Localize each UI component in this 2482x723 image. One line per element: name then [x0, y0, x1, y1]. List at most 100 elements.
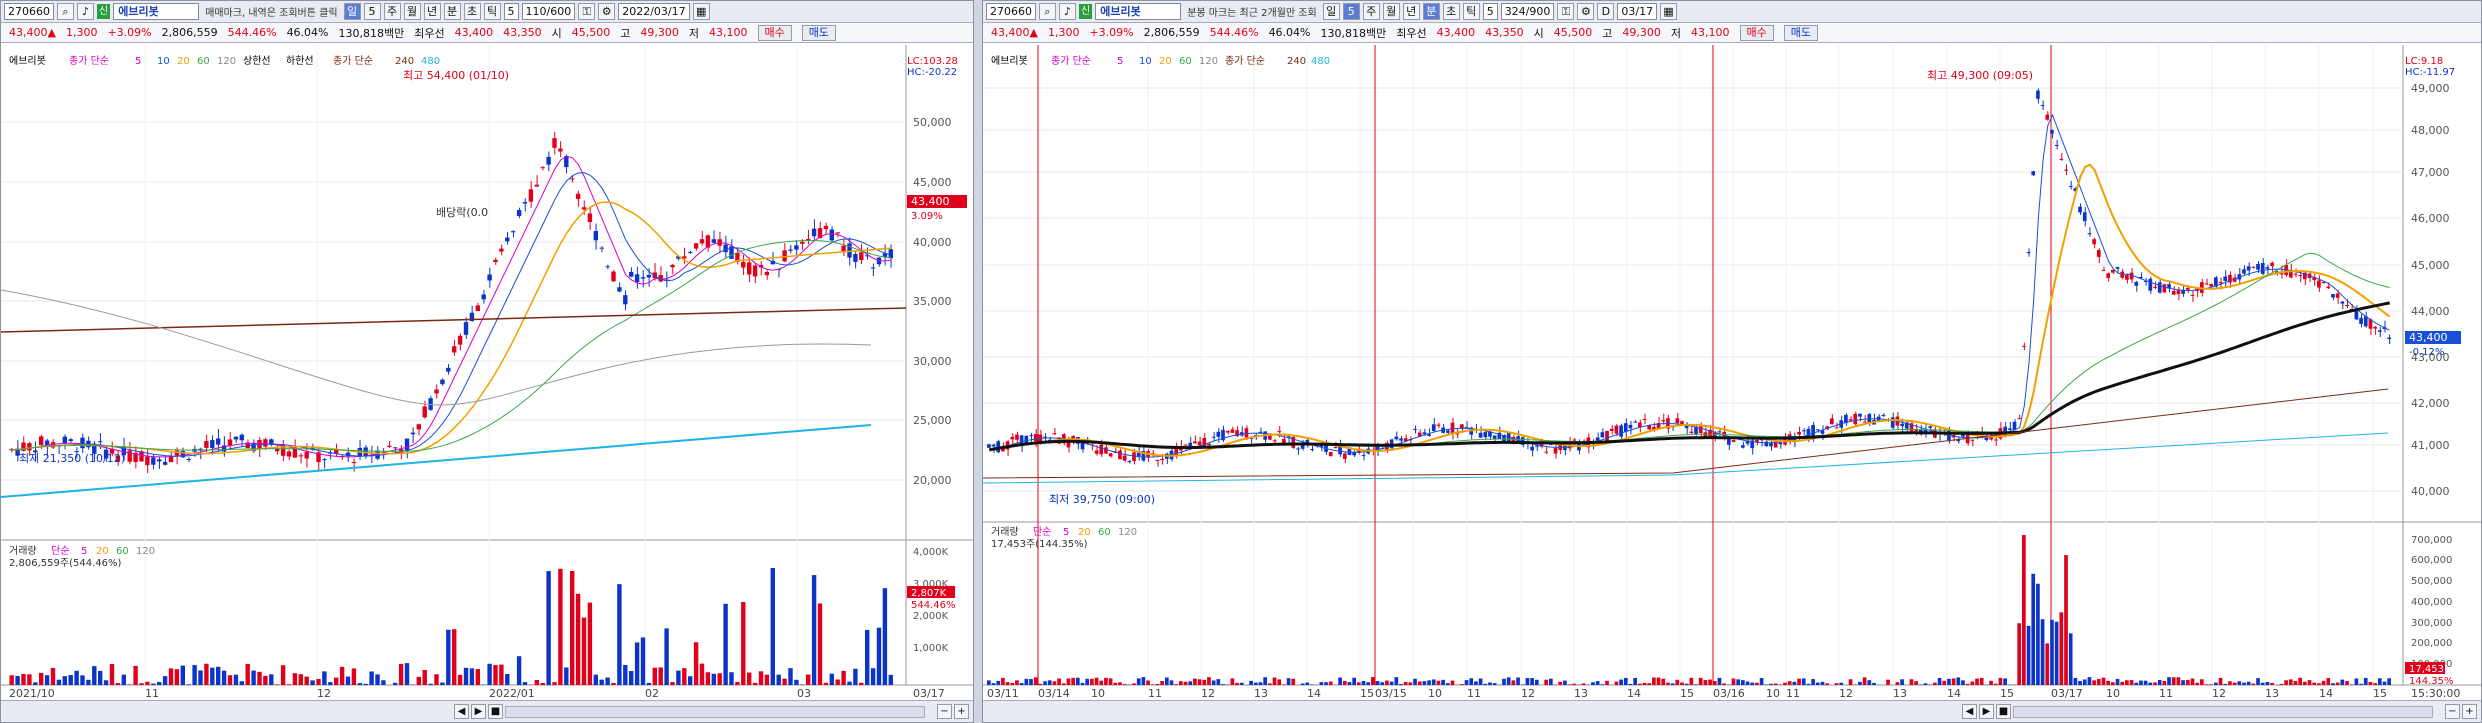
horizontal-scrollbar[interactable] — [2013, 705, 2433, 718]
candle — [1717, 431, 1722, 433]
volume-bar — [1361, 680, 1366, 685]
d-checkbox[interactable]: D — [1597, 3, 1615, 20]
gear-icon[interactable]: ⚙ — [598, 3, 616, 20]
scroll-right-button[interactable]: ▶ — [471, 704, 486, 719]
scroll-right-button[interactable]: ▶ — [1979, 704, 1994, 719]
candle — [27, 443, 32, 451]
period-tick-button[interactable]: 틱 — [1462, 3, 1480, 20]
volume-bar — [758, 671, 764, 685]
candle — [1801, 430, 1806, 432]
candle — [1122, 455, 1127, 461]
high-price: 49,300 — [1622, 26, 1661, 39]
volume-bar — [2153, 682, 2157, 685]
candle — [2298, 275, 2303, 277]
candle — [2223, 276, 2228, 281]
scroll-left-button[interactable]: ◀ — [454, 704, 469, 719]
search-icon[interactable]: ⌕ — [1039, 3, 1056, 20]
period-minute-button[interactable]: 분 — [1422, 3, 1440, 20]
period-day-button[interactable]: 일 — [343, 3, 361, 20]
candle — [629, 271, 634, 277]
period-second-button[interactable]: 초 — [463, 3, 481, 20]
candle — [475, 305, 480, 311]
candle — [393, 447, 398, 449]
stock-name-field[interactable]: 에브리봇 — [1095, 3, 1182, 20]
stock-code-input[interactable]: 270660 — [986, 3, 1036, 20]
buy-button[interactable]: 매수 — [757, 24, 792, 41]
candle — [1296, 448, 1300, 450]
stop-button[interactable]: ■ — [1996, 704, 2011, 719]
candle — [987, 444, 991, 448]
lock-icon[interactable]: ⚿ — [578, 3, 596, 20]
candle — [1155, 460, 1160, 462]
volume-bar — [652, 667, 657, 685]
interval-select[interactable]: 5 — [1482, 3, 1498, 20]
speaker-icon[interactable]: ♪ — [77, 3, 94, 20]
period-n-button[interactable]: 5 — [363, 3, 381, 20]
volume-bar — [2326, 678, 2331, 685]
date-input[interactable]: 2022/03/17 — [618, 3, 690, 20]
candle — [646, 274, 652, 278]
volume-bar — [1282, 684, 1286, 685]
period-minute-button[interactable]: 분 — [443, 3, 461, 20]
date-input[interactable]: 03/17 — [1617, 3, 1658, 20]
daily-candle-chart[interactable]: 에브리봇 종가 단순 5 10 20 60 120 상한선 하한선 종가 단순 … — [1, 45, 973, 701]
candle — [847, 243, 852, 258]
period-month-button[interactable]: 월 — [1382, 3, 1400, 20]
y-label: 41,000 — [2411, 439, 2450, 452]
calendar-icon[interactable]: ▦ — [1660, 3, 1678, 20]
period-tick-button[interactable]: 틱 — [483, 3, 501, 20]
trade-amount: 130,818백만 — [338, 26, 405, 40]
horizontal-scrollbar[interactable] — [505, 705, 925, 718]
stock-code-input[interactable]: 270660 — [4, 3, 54, 20]
zoom-in-icon[interactable]: + — [2462, 704, 2477, 719]
volume-bar — [422, 670, 427, 685]
candle — [2059, 158, 2064, 160]
sell-button[interactable]: 매도 — [801, 24, 836, 41]
candle — [634, 274, 640, 282]
low-price: 43,100 — [1691, 26, 1730, 39]
volume-bar — [239, 681, 244, 685]
scroll-left-button[interactable]: ◀ — [1962, 704, 1977, 719]
page-counter[interactable]: 324/900 — [1500, 3, 1555, 20]
volume-bar — [1516, 677, 1520, 685]
period-month-button[interactable]: 월 — [403, 3, 421, 20]
period-year-button[interactable]: 년 — [1402, 3, 1420, 20]
page-counter[interactable]: 110/600 — [521, 3, 576, 20]
zoom-out-icon[interactable]: − — [937, 704, 952, 719]
zoom-in-icon[interactable]: + — [954, 704, 969, 719]
vol-tag-rate: 544.46% — [911, 600, 956, 611]
interval-select[interactable]: 5 — [503, 3, 519, 20]
period-second-button[interactable]: 초 — [1442, 3, 1460, 20]
zoom-out-icon[interactable]: − — [2445, 704, 2460, 719]
candle — [1600, 432, 1605, 438]
volume-bar — [310, 680, 315, 685]
period-year-button[interactable]: 년 — [423, 3, 441, 20]
candle — [1483, 432, 1488, 438]
gear-icon[interactable]: ⚙ — [1577, 3, 1595, 20]
calendar-icon[interactable]: ▦ — [692, 3, 710, 20]
stop-button[interactable]: ■ — [488, 704, 503, 719]
speaker-icon[interactable]: ♪ — [1059, 3, 1076, 20]
stock-name-field[interactable]: 에브리봇 — [113, 3, 200, 20]
volume-bar — [806, 674, 811, 685]
sell-button[interactable]: 매도 — [1783, 24, 1818, 41]
volume-bar — [1300, 683, 1305, 685]
period-week-button[interactable]: 주 — [383, 3, 401, 20]
volume-ratio: 544.46% — [227, 26, 277, 39]
candle — [841, 245, 846, 252]
lock-icon[interactable]: ⚿ — [1557, 3, 1575, 20]
minute-candle-chart[interactable]: 에브리봇 종가 단순 5 10 20 60 120 종가 단순 240 480 … — [983, 45, 2481, 701]
search-icon[interactable]: ⌕ — [57, 3, 74, 20]
period-n-button[interactable]: 5 — [1342, 3, 1360, 20]
buy-button[interactable]: 매수 — [1739, 24, 1774, 41]
volume-bar — [457, 674, 463, 685]
candle — [693, 243, 699, 249]
minute-chart-panel: 270660 ⌕ ♪ 신 에브리봇 분봉 마크는 최근 2개월만 조회 일 5 … — [982, 0, 2482, 723]
candle — [1741, 445, 1745, 448]
legend-ma10: 10 — [1139, 56, 1152, 67]
volume-bar — [1033, 677, 1038, 685]
volume-bar — [2228, 681, 2232, 685]
period-day-button[interactable]: 일 — [1322, 3, 1340, 20]
x-label: 11 — [1786, 687, 1800, 700]
period-week-button[interactable]: 주 — [1362, 3, 1380, 20]
